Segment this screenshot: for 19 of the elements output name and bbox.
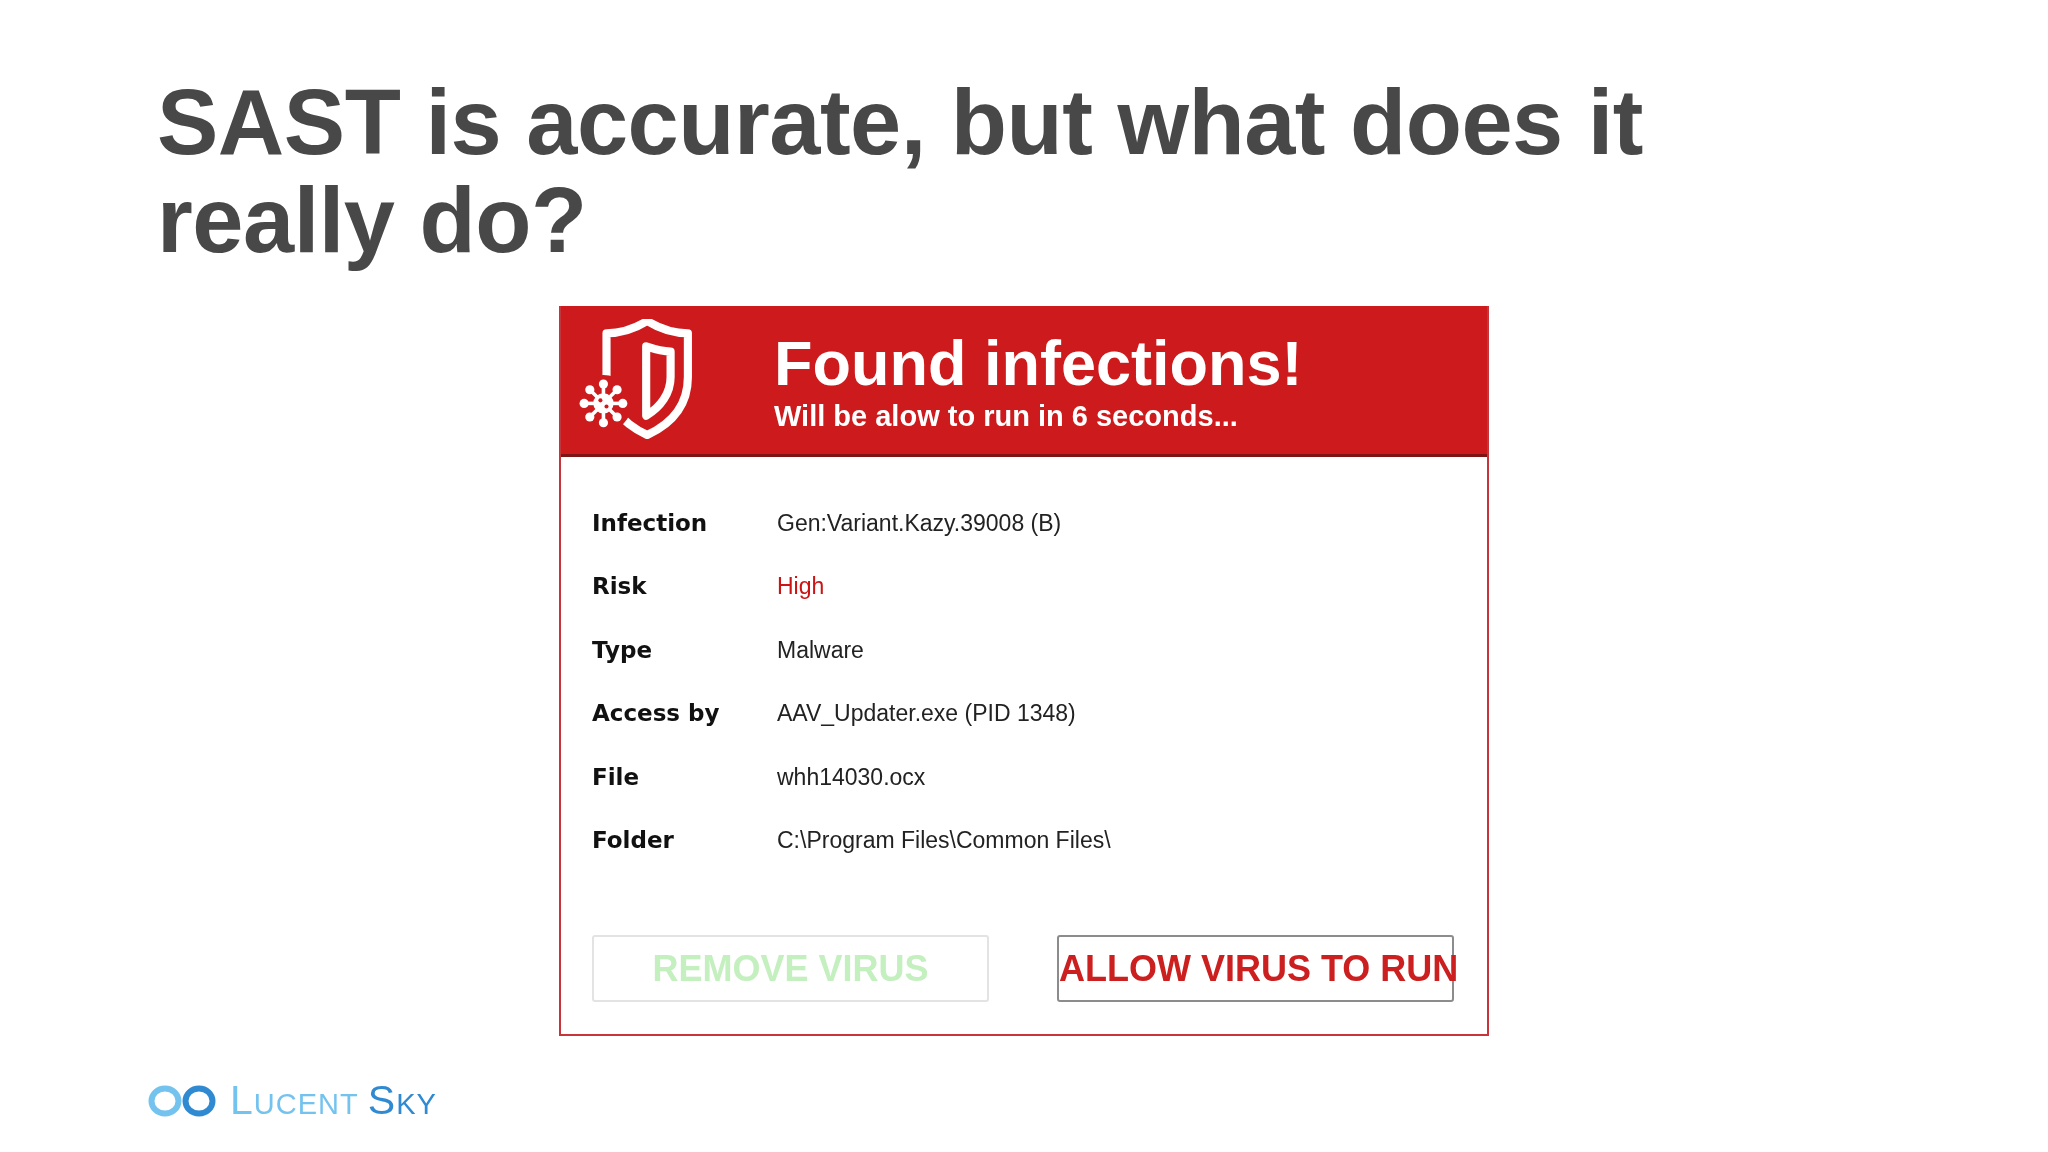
detail-value: C:\Program Files\Common Files\ xyxy=(777,827,1111,856)
detail-value: Gen:Variant.Kazy.39008 (B) xyxy=(777,509,1062,538)
dialog-subtitle: Will be alow to run in 6 seconds... xyxy=(774,399,1238,434)
shield-virus-icon xyxy=(577,319,694,441)
dialog-button[interactable]: ALLOW VIRUS TO RUN xyxy=(1057,935,1454,1002)
detail-value: Malware xyxy=(777,636,864,665)
detail-label: Risk xyxy=(592,573,647,602)
detail-label: File xyxy=(592,763,640,792)
detail-label: Access by xyxy=(592,700,720,729)
detail-label: Type xyxy=(592,636,652,665)
detail-value: High xyxy=(777,573,825,602)
detail-label: Infection xyxy=(592,509,708,538)
slide-title: SAST is accurate, but what does it really do? xyxy=(157,73,1644,269)
detail-value: whh14030.ocx xyxy=(777,763,926,792)
detail-label: Folder xyxy=(592,827,674,856)
detail-value: AAV_Updater.exe (PID 1348) xyxy=(777,700,1076,729)
infinity-logo-icon xyxy=(148,1084,216,1117)
brand-name: LUCENT SKY xyxy=(230,1080,437,1121)
dialog-title: Found infections! xyxy=(774,328,1303,398)
